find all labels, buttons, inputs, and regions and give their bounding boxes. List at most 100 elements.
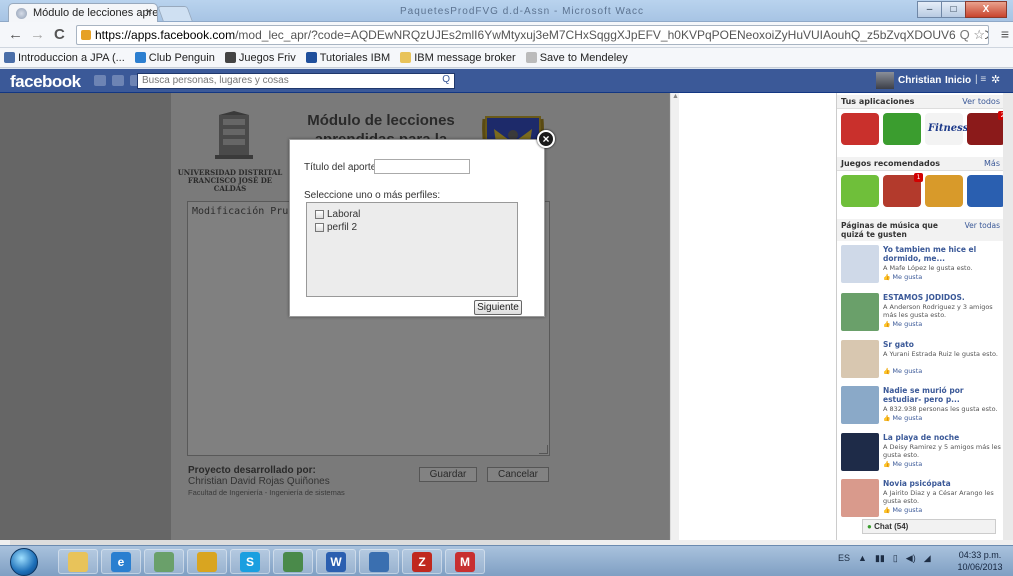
like-button[interactable]: 👍 Me gusta	[883, 367, 922, 375]
sonic-icon[interactable]	[967, 175, 1005, 207]
start-button[interactable]	[10, 548, 38, 576]
page-thumbnail[interactable]	[841, 293, 879, 331]
apps-see-all-link[interactable]: Ver todos	[962, 97, 1000, 106]
sidebar-scrollbar[interactable]	[1003, 93, 1013, 540]
signal-icon[interactable]: ▮▮	[875, 553, 885, 564]
bookmark-item[interactable]: Introduccion a JPA (...	[4, 52, 125, 64]
checkbox[interactable]	[315, 210, 324, 219]
home-link[interactable]: Inicio	[945, 75, 971, 86]
tray-expand-icon[interactable]: ▲	[858, 553, 867, 564]
tab-close-icon[interactable]: ×	[146, 6, 152, 18]
cancel-button[interactable]: Cancelar	[487, 467, 549, 482]
taskbar-installer[interactable]	[273, 549, 313, 574]
close-icon[interactable]: ×	[537, 130, 555, 148]
avatar[interactable]	[876, 72, 894, 89]
scroll-up-icon[interactable]: ▲	[671, 93, 680, 100]
bookmark-item[interactable]: Club Penguin	[134, 52, 215, 64]
profile-checkbox-row[interactable]: Laboral	[315, 208, 509, 221]
next-button[interactable]: Siguiente	[474, 300, 522, 315]
page-name[interactable]: Yo tambien me hice el dormido, me...	[883, 245, 1001, 263]
taskbar-file-explorer[interactable]	[58, 549, 98, 574]
thumbs-up-icon: 👍	[883, 368, 893, 375]
tab-favicon-icon	[16, 8, 27, 19]
fruit-game-icon[interactable]	[883, 113, 921, 145]
language-indicator[interactable]: ES	[838, 553, 850, 564]
bookmark-item[interactable]: Tutoriales IBM	[305, 52, 390, 64]
taskbar-virtualbox[interactable]	[359, 549, 399, 574]
page-thumbnail[interactable]	[841, 433, 879, 471]
forward-button[interactable]: →	[30, 26, 45, 43]
taskbar-chrome[interactable]	[187, 549, 227, 574]
page-name[interactable]: La playa de noche	[883, 433, 1001, 442]
thumbs-up-icon: 👍	[883, 274, 893, 281]
page-thumbnail[interactable]	[841, 479, 879, 517]
page-name[interactable]: ESTAMOS JODIDOS.	[883, 293, 1001, 302]
profile-dialog: Título del aporte: Seleccione uno o más …	[289, 139, 545, 317]
battery-icon[interactable]: ▯	[893, 553, 898, 564]
system-clock[interactable]: 04:33 p.m. 10/06/2013	[950, 549, 1010, 573]
close-window-button[interactable]: X	[965, 1, 1007, 18]
like-button[interactable]: 👍 Me gusta	[883, 320, 922, 328]
page-thumbnail[interactable]	[841, 386, 879, 424]
taskbar-filezilla[interactable]: Z	[402, 549, 442, 574]
volume-icon[interactable]: ◀)	[906, 553, 916, 564]
nestle-fitness-icon[interactable]: Fitness	[925, 113, 968, 145]
vegas-icon[interactable]	[925, 175, 963, 207]
game-1-icon[interactable]	[841, 175, 879, 207]
credit-title: Proyecto desarrollado por:	[188, 465, 316, 476]
back-button[interactable]: ←	[8, 26, 23, 43]
page-thumbnail[interactable]	[841, 340, 879, 378]
window-controls: – □ X	[917, 1, 1007, 18]
new-tab-button[interactable]	[157, 6, 193, 21]
star-wars-icon[interactable]: 1	[883, 173, 923, 207]
taskbar-word[interactable]: W	[316, 549, 356, 574]
bookmark-item[interactable]: Save to Mendeley	[525, 52, 628, 64]
like-button[interactable]: 👍 Me gusta	[883, 460, 922, 468]
taskbar-internet-explorer[interactable]: e	[101, 549, 141, 574]
browser-tab[interactable]: Módulo de lecciones apre ×	[8, 3, 158, 22]
friends-icon[interactable]: | ≡	[975, 74, 986, 85]
app-scrollbar[interactable]: ▲	[670, 93, 679, 540]
save-button[interactable]: Guardar	[419, 467, 477, 482]
bookmark-item[interactable]: Juegos Friv	[224, 52, 296, 64]
bookmark-item[interactable]: IBM message broker	[400, 52, 516, 64]
checkbox[interactable]	[315, 223, 324, 232]
page-thumbnail[interactable]	[841, 245, 879, 283]
like-button[interactable]: 👍 Me gusta	[883, 273, 922, 281]
page-name[interactable]: Novia psicópata	[883, 479, 1001, 488]
page-likes-text: A Deisy Ramirez y 5 amigos más les gusta…	[883, 443, 1001, 459]
like-label: Me gusta	[892, 320, 923, 328]
virtualbox-icon	[369, 551, 389, 572]
facebook-logo[interactable]: facebook	[10, 72, 81, 92]
reload-button[interactable]: C	[54, 26, 65, 43]
address-bar[interactable]: https://apps.facebook.com/mod_lec_apr/?c…	[76, 25, 989, 45]
profile-link[interactable]: Christian	[898, 75, 941, 86]
chat-bar[interactable]: ● Chat (54)	[862, 519, 996, 534]
facebook-search-input[interactable]: Busca personas, lugares y cosas Q	[137, 73, 455, 89]
like-button[interactable]: 👍 Me gusta	[883, 506, 922, 514]
omnibox-icons[interactable]: Q ☆	[955, 27, 985, 43]
poker-icon[interactable]: 2	[967, 111, 1007, 145]
taskbar-paint[interactable]	[144, 549, 184, 574]
friend-requests-icon[interactable]	[94, 75, 106, 86]
resize-handle-icon[interactable]	[539, 445, 548, 454]
titulo-input[interactable]	[374, 159, 470, 174]
taskbar-red-app[interactable]: M	[445, 549, 485, 574]
bookmark-icon	[224, 52, 236, 63]
profile-checkbox-row[interactable]: perfil 2	[315, 221, 509, 234]
page-name[interactable]: Nadie se murió por estudiar- pero p...	[883, 386, 1001, 404]
network-icon[interactable]: ◢	[924, 553, 931, 564]
like-button[interactable]: 👍 Me gusta	[883, 414, 922, 422]
music-see-all-link[interactable]: Ver todas	[965, 221, 1000, 230]
candy-crush-icon[interactable]	[841, 113, 879, 145]
games-more-link[interactable]: Más	[984, 159, 1000, 168]
like-label: Me gusta	[892, 506, 923, 514]
search-icon[interactable]: Q	[442, 74, 450, 85]
messages-icon[interactable]	[112, 75, 124, 86]
page-name[interactable]: Sr gato	[883, 340, 1001, 349]
minimize-button[interactable]: –	[917, 1, 942, 18]
gear-icon[interactable]: ✲	[991, 73, 1000, 86]
maximize-button[interactable]: □	[941, 1, 966, 18]
chrome-menu-icon[interactable]: ≡	[1001, 26, 1009, 42]
taskbar-skype[interactable]: S	[230, 549, 270, 574]
